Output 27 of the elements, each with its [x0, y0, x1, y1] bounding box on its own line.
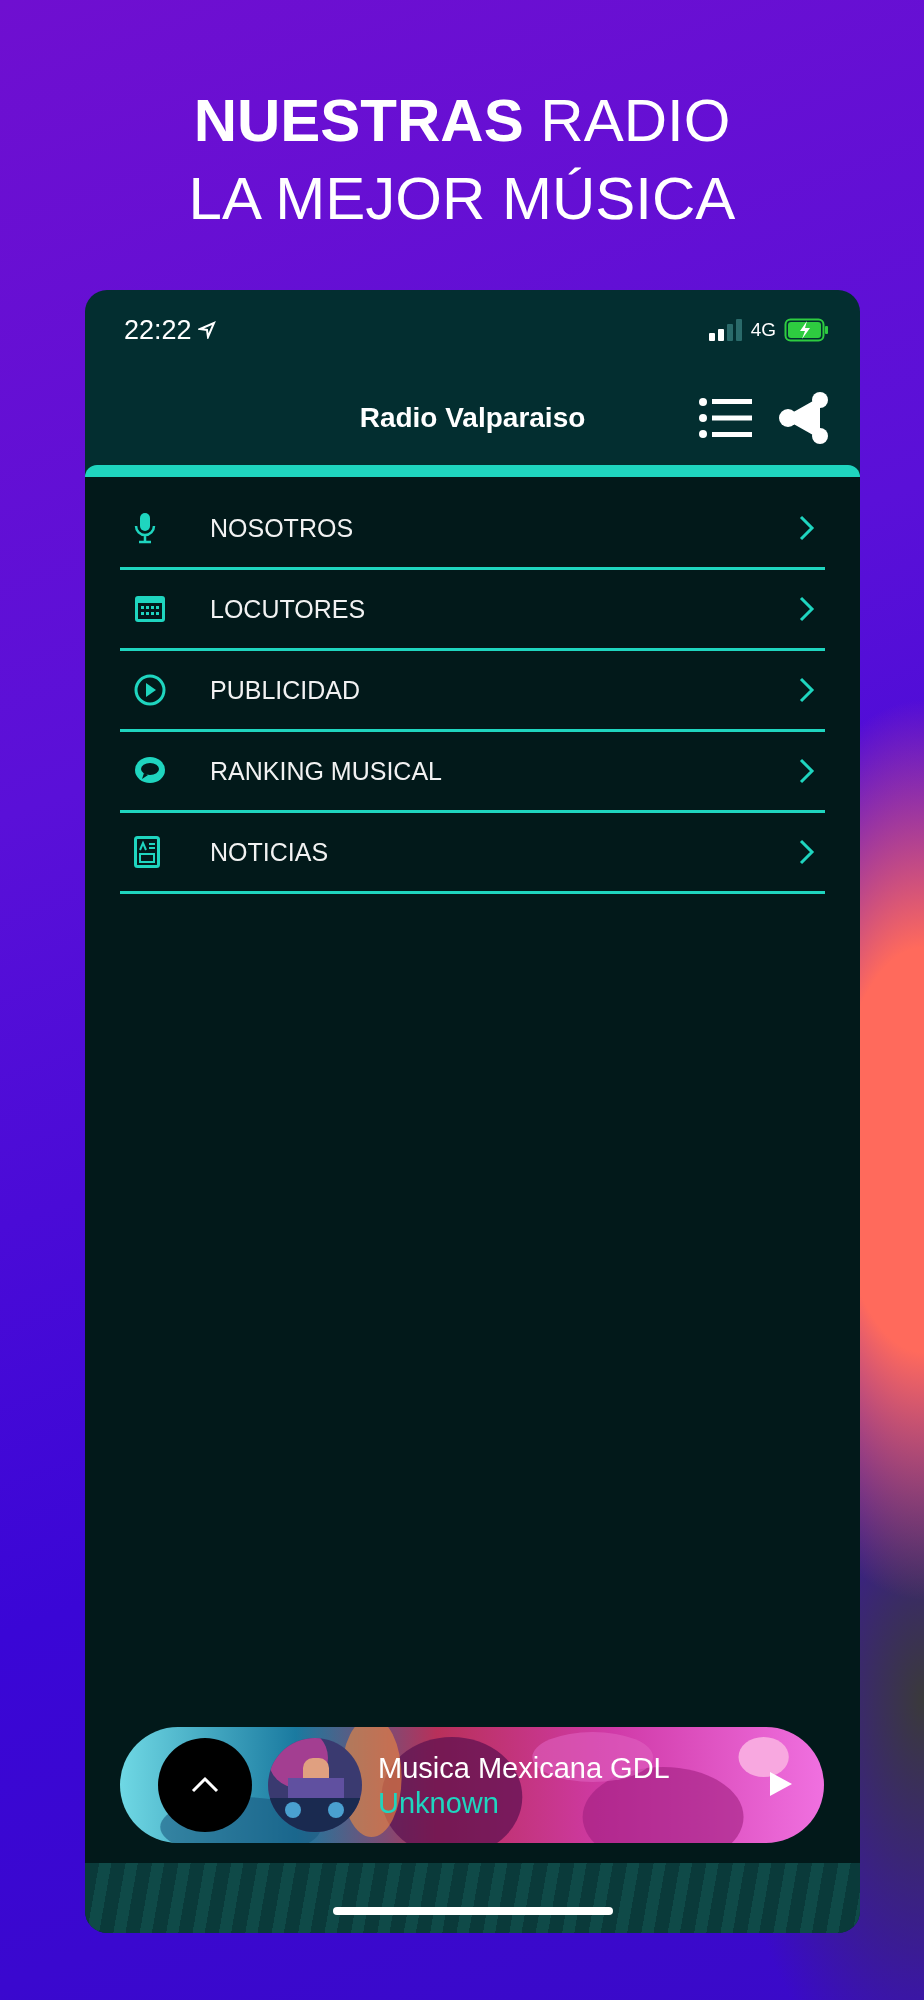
- headline-text: NUESTRAS RADIO: [192, 86, 732, 156]
- battery-charging-icon: [784, 318, 830, 342]
- chevron-right-icon: [799, 839, 815, 865]
- chat-bubble-icon: [134, 756, 166, 786]
- menu-item[interactable]: LOCUTORES: [120, 570, 825, 651]
- menu-item[interactable]: RANKING MUSICAL: [120, 732, 825, 813]
- microphone-icon: [134, 512, 156, 544]
- status-time: 22:22: [124, 314, 192, 346]
- share-icon: [778, 389, 830, 446]
- menu-item[interactable]: PUBLICIDAD: [120, 651, 825, 732]
- app-title: Radio Valparaiso: [359, 401, 586, 434]
- chevron-right-icon: [799, 596, 815, 622]
- menu-button[interactable]: [698, 396, 752, 439]
- menu-item[interactable]: NOSOTROS: [120, 489, 825, 570]
- menu-icon: [698, 396, 752, 439]
- play-circle-icon: [134, 674, 166, 706]
- news-icon: [134, 836, 160, 868]
- chevron-right-icon: [799, 515, 815, 541]
- chevron-right-icon: [799, 677, 815, 703]
- menu-item[interactable]: NOTICIAS: [120, 813, 825, 894]
- network-type: 4G: [750, 319, 776, 341]
- location-arrow-icon: [197, 321, 216, 339]
- calendar-icon: [134, 595, 166, 623]
- share-button[interactable]: [778, 389, 830, 446]
- chevron-right-icon: [799, 758, 815, 784]
- headline-text: LA MEJOR MÚSICA: [187, 164, 737, 234]
- signal-icon: [708, 319, 743, 341]
